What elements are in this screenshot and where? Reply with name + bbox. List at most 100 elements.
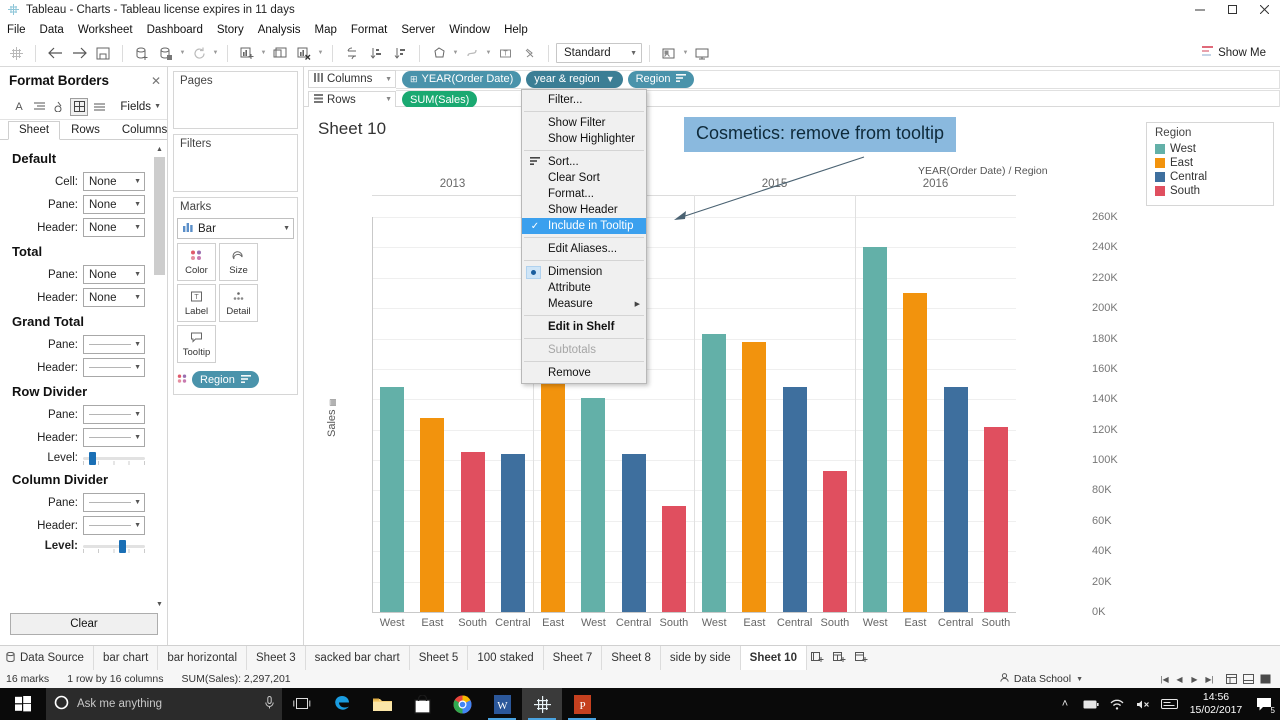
format-option-select[interactable]: ▼ [83,516,145,535]
chevron-down-icon[interactable]: ▼ [451,42,460,64]
menu-story[interactable]: Story [210,22,251,38]
forward-icon[interactable] [67,42,91,64]
color-button[interactable]: Color [177,243,216,281]
show-me-button[interactable]: Show Me [1194,46,1280,60]
bar-2014-south[interactable] [662,506,686,612]
size-button[interactable]: Size [219,243,258,281]
taskbar-clock[interactable]: 14:56 15/02/2017 [1182,688,1250,720]
chevron-down-icon[interactable]: ▼ [606,74,615,84]
pill-year-and-region[interactable]: year & region ▼ [526,71,622,88]
menu-item-dimension[interactable]: Dimension [522,264,646,280]
save-icon[interactable] [91,42,115,64]
highlight-icon[interactable] [427,42,451,64]
close-icon[interactable]: ✕ [151,74,161,88]
detail-button[interactable]: Detail [219,284,258,322]
chevron-down-icon[interactable]: ▼ [259,42,268,64]
bar-2015-east[interactable] [742,342,766,612]
pill-context-menu[interactable]: Filter...Show FilterShow HighlighterSort… [521,89,647,384]
menu-item-sort[interactable]: Sort... [522,154,646,170]
new-data-source-icon[interactable] [130,42,154,64]
format-option-select[interactable]: None▼ [83,265,145,284]
x-axis-tick-label[interactable]: East [412,617,452,629]
chevron-down-icon[interactable]: ▼ [484,42,493,64]
store-icon[interactable] [402,688,442,720]
lines-icon[interactable] [90,98,108,116]
first-page-button[interactable]: |◀ [1157,675,1172,684]
scroll-down-icon[interactable]: ▼ [154,599,165,610]
chrome-icon[interactable] [442,688,482,720]
file-explorer-icon[interactable] [362,688,402,720]
task-view-icon[interactable] [282,688,322,720]
menu-format[interactable]: Format [344,22,394,38]
clear-sheet-icon[interactable] [292,42,316,64]
scroll-thumb[interactable] [154,157,165,275]
menu-item-clear-sort[interactable]: Clear Sort [522,170,646,186]
format-option-select[interactable]: ▼ [83,428,145,447]
sheet-tab-sheet-10[interactable]: Sheet 10 [741,646,807,670]
year-header-2015[interactable]: 2015 [694,178,855,190]
refresh-icon[interactable] [187,42,211,64]
tooltip-button[interactable]: Tooltip [177,325,216,363]
x-axis-tick-label[interactable]: East [533,617,573,629]
legend-item-central[interactable]: Central [1155,170,1273,184]
marks-pill-region[interactable]: Region [192,371,259,388]
x-axis-tick-label[interactable]: Central [493,617,533,629]
format-option-select[interactable]: None▼ [83,195,145,214]
annotation-callout[interactable]: Cosmetics: remove from tooltip [684,117,956,152]
back-icon[interactable] [43,42,67,64]
menu-worksheet[interactable]: Worksheet [71,22,140,38]
legend-item-south[interactable]: South [1155,184,1273,198]
sheet-tab-bar-chart[interactable]: bar chart [94,646,158,670]
menu-item-show-filter[interactable]: Show Filter [522,115,646,131]
clear-button[interactable]: Clear [10,613,158,635]
data-source-selector[interactable]: Data School ▼ [992,673,1091,685]
x-axis-tick-label[interactable]: Central [936,617,976,629]
format-option-select[interactable]: None▼ [83,218,145,237]
new-story-icon[interactable] [851,646,873,670]
tableau-icon[interactable] [522,688,562,720]
menu-file[interactable]: File [0,22,33,38]
x-axis-tick-label[interactable]: South [654,617,694,629]
menu-item-include-in-tooltip[interactable]: ✓Include in Tooltip [522,218,646,234]
menu-analysis[interactable]: Analysis [251,22,308,38]
menu-window[interactable]: Window [442,22,497,38]
rows-shelf-label[interactable]: Rows ▼ [308,91,396,109]
borders-icon[interactable] [70,98,88,116]
duplicate-sheet-icon[interactable] [154,42,178,64]
new-worksheet-icon[interactable] [235,42,259,64]
bar-2015-central[interactable] [783,387,807,612]
format-option-select[interactable]: ▼ [83,335,145,354]
close-button[interactable] [1248,0,1280,20]
tab-rows[interactable]: Rows [60,121,111,140]
bar-2013-west[interactable] [380,387,404,612]
fit-select[interactable]: Standard ▼ [556,43,642,63]
maximize-button[interactable] [1216,0,1248,20]
bar-2016-south[interactable] [984,427,1008,612]
sheet-tab-sheet-5[interactable]: Sheet 5 [410,646,469,670]
volume-muted-icon[interactable] [1130,688,1156,720]
chevron-down-icon[interactable]: ▼ [681,42,690,64]
x-axis-tick-label[interactable]: Central [775,617,815,629]
format-option-select[interactable]: None▼ [83,288,145,307]
legend-item-west[interactable]: West [1155,142,1273,156]
sheet-tab-side-by-side[interactable]: side by side [661,646,741,670]
menu-item-remove[interactable]: Remove [522,365,646,381]
columns-dropzone[interactable]: ⊞ YEAR(Order Date) year & region ▼ Regio… [396,70,1280,89]
battery-icon[interactable] [1078,688,1104,720]
menu-server[interactable]: Server [394,22,442,38]
chart-plot-area[interactable]: Sales ▤0K20K40K60K80K100K120K140K160K180… [314,169,1154,669]
scroll-up-icon[interactable]: ▲ [154,144,165,155]
windows-start-icon[interactable] [0,688,46,720]
new-worksheet-icon[interactable] [807,646,829,670]
x-axis-tick-label[interactable]: East [734,617,774,629]
sheet-tab-sheet-8[interactable]: Sheet 8 [602,646,661,670]
data-source-tab[interactable]: Data Source [0,646,94,670]
show-labels-icon[interactable]: T [493,42,517,64]
bar-2016-central[interactable] [944,387,968,612]
bar-2016-west[interactable] [863,247,887,612]
shading-icon[interactable] [50,98,68,116]
legend-item-east[interactable]: East [1155,156,1273,170]
columns-shelf-label[interactable]: Columns ▼ [308,70,396,88]
pages-dropzone[interactable] [174,90,297,128]
sheet-tab-sacked-bar-chart[interactable]: sacked bar chart [306,646,410,670]
